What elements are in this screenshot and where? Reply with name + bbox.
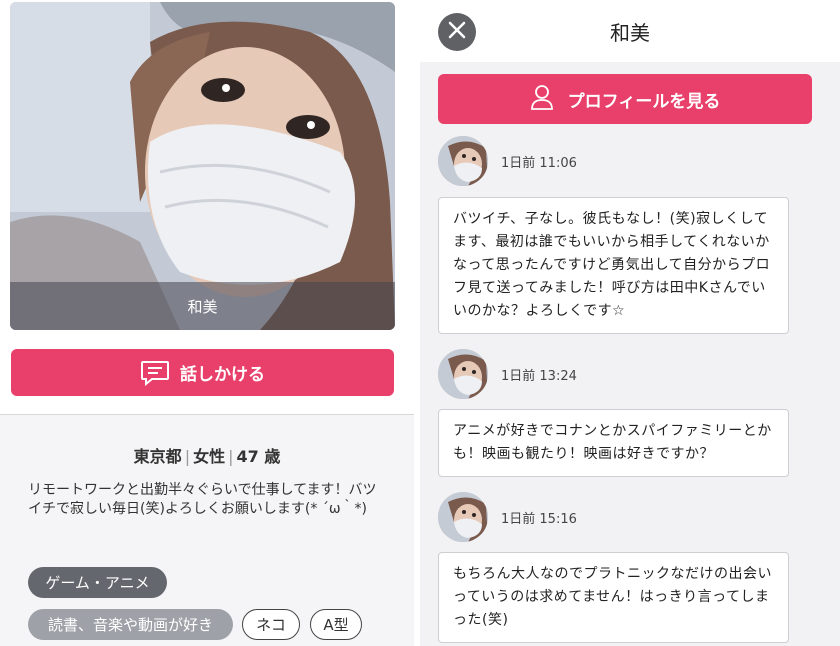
view-profile-button[interactable]: プロフィールを見る [438,74,812,124]
chat-header: 和美 [420,0,840,62]
message-time: 1日前 13:24 [501,368,577,384]
talk-button-label: 話しかける [180,365,265,385]
location: 東京都 [133,447,182,466]
message-header: 1日前 15:16 [438,492,577,542]
chat-title: 和美 [610,21,650,45]
message-header: 1日前 11:06 [438,136,577,186]
profile-bio: リモートワークと出勤半々ぐらいで仕事してます！バツイチで寂しい毎日(笑)よろしく… [28,482,377,517]
view-profile-label: プロフィールを見る [567,91,721,112]
message-bubble: バツイチ、子なし。彼氏もなし！(笑)寂しくしてます、最初は誰でもいいから相手して… [438,197,789,334]
tag-item[interactable]: ネコ [242,609,300,640]
gender: 女性 [193,447,226,466]
profile-photo-illustration [10,2,395,330]
profile-photo: 和美 [10,2,395,330]
message-time: 1日前 15:16 [501,511,577,527]
profile-meta: 東京都 | 女性 | 47 歳 [133,447,281,466]
chat-body: プロフィールを見る 1日前 11:06 バツイチ、子なし。彼氏もなし！(笑)寂し… [420,62,840,646]
message-time: 1日前 11:06 [501,155,577,171]
profile-info: 東京都 | 女性 | 47 歳 リモートワークと出勤半々ぐらいで仕事してます！バツイチで… [0,415,414,646]
person-icon [530,84,554,115]
avatar[interactable] [438,492,488,542]
talk-button[interactable]: 話しかける [11,349,394,396]
avatar[interactable] [438,349,488,399]
chat-panel: 和美 プロフィールを見る 1日前 11:06 バツイチ、子なし。彼氏もなし！(笑… [420,0,840,646]
tag-item[interactable]: A型 [310,609,362,640]
tag-item[interactable]: ゲーム・アニメ [28,567,167,598]
avatar[interactable] [438,136,488,186]
message-header: 1日前 13:24 [438,349,577,399]
profile-panel: 和美 話しかける 東京都 | 女性 | 47 歳 リモートワークと出勤半々ぐらいで仕事し… [0,0,414,646]
message-bubble: アニメが好きでコナンとかスパイファミリーとかも！映画も観たり！映画は好きですか？ [438,409,789,477]
chat-bubble-icon [140,360,170,386]
photo-name-label: 和美 [10,282,395,330]
tag-item[interactable]: 読書、音楽や動画が好き [28,609,233,640]
age: 47 歳 [236,447,281,466]
message-bubble: もちろん大人なのでプラトニックなだけの出会いっていうのは求めてません！はっきり言… [438,552,789,643]
